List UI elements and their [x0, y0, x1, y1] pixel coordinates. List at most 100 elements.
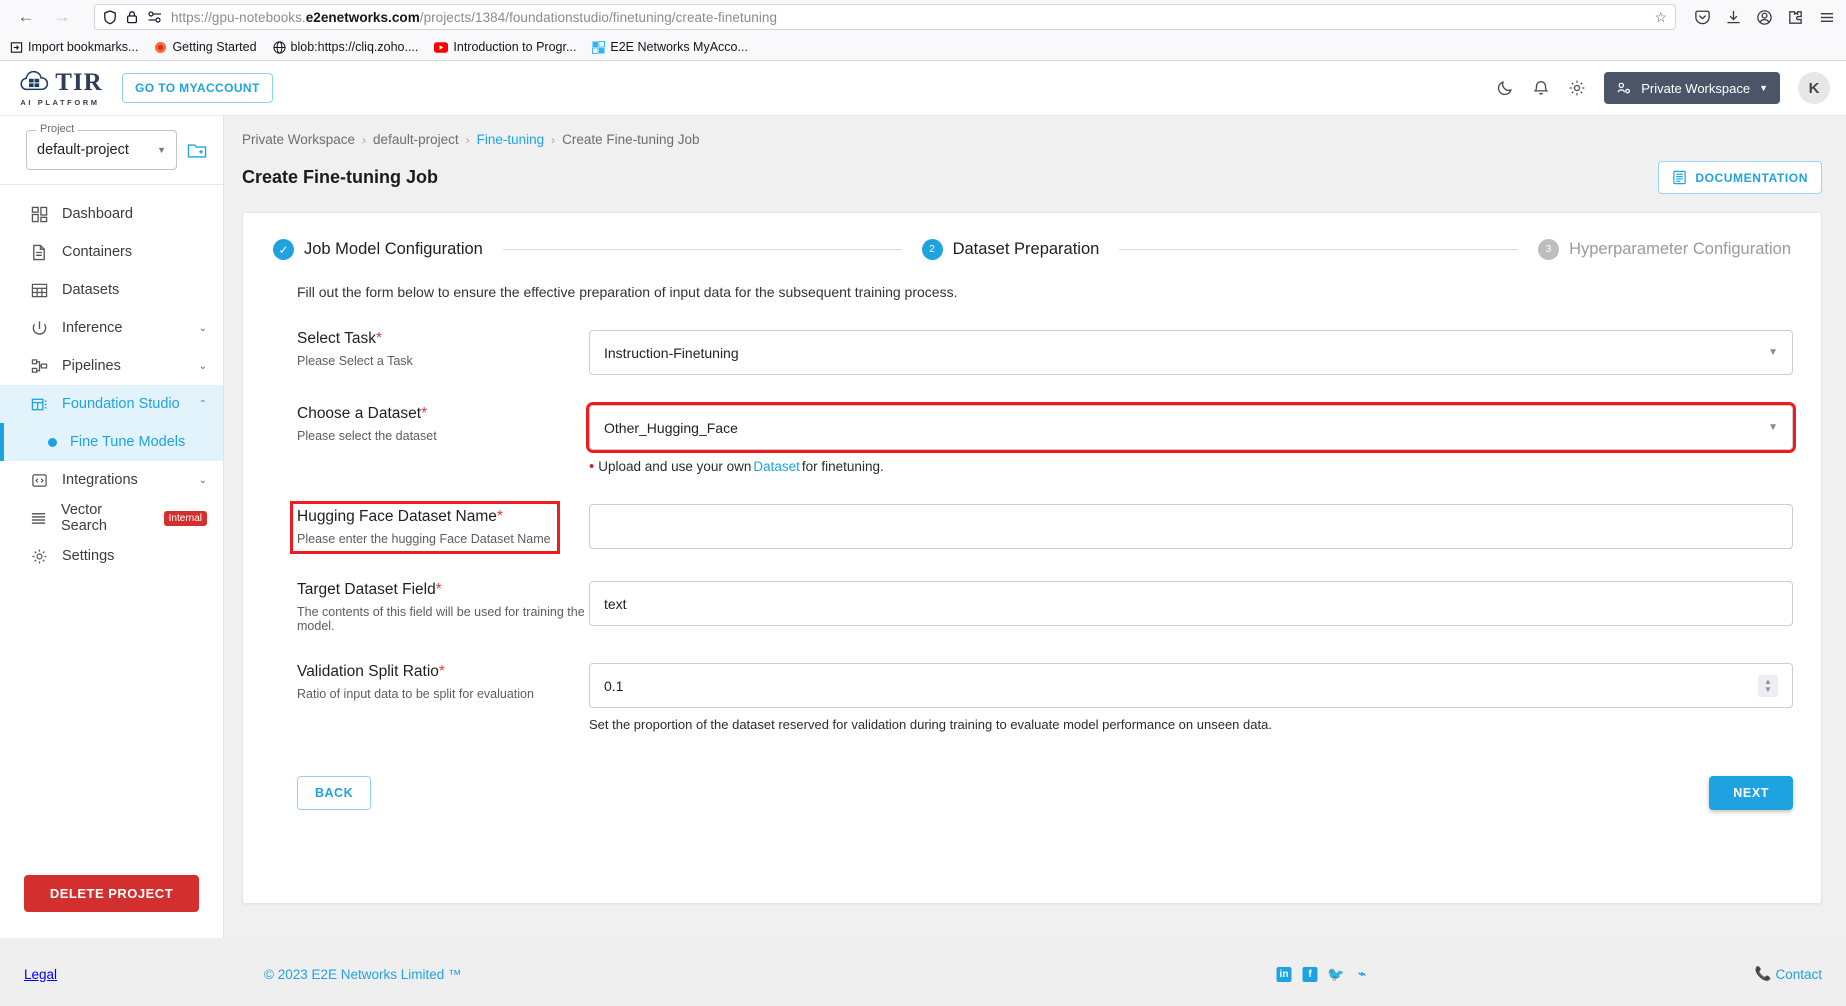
back-arrow-icon[interactable]: ←: [10, 2, 42, 32]
sidebar-item-label: Settings: [62, 548, 115, 564]
hugging-face-dataset-name-input[interactable]: [589, 504, 1793, 549]
sidebar-item-containers[interactable]: Containers: [0, 233, 223, 271]
documentation-button[interactable]: DOCUMENTATION: [1658, 161, 1822, 194]
required-asterisk: *: [435, 581, 442, 598]
tir-logo[interactable]: TIR AI PLATFORM: [14, 70, 106, 107]
firefox-icon: [155, 41, 167, 53]
field-label: Hugging Face Dataset Name*: [297, 508, 551, 526]
workspace-label: Private Workspace: [1641, 80, 1751, 96]
footer-copyright: © 2023 E2E Networks Limited ™: [264, 966, 462, 982]
notification-bell-icon[interactable]: [1532, 79, 1550, 97]
sidebar-item-integrations[interactable]: Integrations ⌄: [0, 461, 223, 499]
code-brackets-icon: [30, 472, 48, 489]
sidebar-item-foundation-studio[interactable]: Foundation Studio ⌃: [0, 385, 223, 423]
hint-text-post: for finetuning.: [801, 459, 884, 474]
logo-top: TIR: [17, 70, 102, 95]
sidebar-item-label: Foundation Studio: [62, 396, 180, 412]
bullet-dot-icon: [48, 437, 57, 447]
validation-split-ratio-input[interactable]: 0.1 ▲ ▼: [589, 663, 1793, 708]
sidebar-item-fine-tune-models[interactable]: Fine Tune Models: [0, 423, 223, 461]
url-left-icons: [103, 9, 163, 25]
facebook-icon[interactable]: f: [1302, 966, 1318, 982]
rss-icon[interactable]: ⌁: [1355, 966, 1370, 982]
sidebar-item-dashboard[interactable]: Dashboard: [0, 195, 223, 233]
browser-toolbar-icons: [1686, 9, 1836, 26]
bookmark-star-icon[interactable]: ☆: [1654, 9, 1667, 26]
sidebar-item-settings[interactable]: Settings: [0, 537, 223, 575]
step-dataset-preparation[interactable]: 2 Dataset Preparation: [921, 239, 1099, 260]
choose-dataset-value: Other_Hugging_Face: [604, 419, 738, 436]
step-circle-check-icon: ✓: [273, 239, 294, 260]
breadcrumb-item-fine-tuning[interactable]: Fine-tuning: [477, 132, 545, 147]
sidebar-item-pipelines[interactable]: Pipelines ⌄: [0, 347, 223, 385]
globe-icon: [272, 40, 286, 54]
logo-text: TIR: [55, 68, 103, 96]
dataset-link[interactable]: Dataset: [753, 459, 800, 474]
dashboard-icon: [30, 206, 48, 223]
stepper: ✓ Job Model Configuration 2 Dataset Prep…: [269, 235, 1795, 260]
forward-arrow-icon[interactable]: →: [46, 2, 78, 32]
sidebar-subitem-label: Fine Tune Models: [70, 434, 186, 450]
linkedin-icon[interactable]: in: [1276, 966, 1292, 982]
chevron-down-icon: ▼: [1759, 83, 1768, 93]
pocket-icon[interactable]: [1694, 9, 1711, 26]
bookmark-introduction-to-programming[interactable]: Introduction to Progr...: [434, 40, 576, 54]
target-dataset-field-value: text: [604, 595, 627, 612]
main-content: Private Workspace › default-project › Fi…: [224, 116, 1846, 938]
field-label-text: Select Task: [297, 330, 376, 347]
avatar[interactable]: K: [1798, 72, 1830, 104]
e2e-icon: [592, 40, 606, 54]
bookmark-getting-started[interactable]: Getting Started: [154, 40, 257, 54]
field-control-block: text: [589, 581, 1795, 633]
breadcrumb-item-private-workspace[interactable]: Private Workspace: [242, 132, 355, 147]
workspace-selector[interactable]: Private Workspace ▼: [1604, 72, 1780, 104]
footer-legal-link[interactable]: Legal: [24, 967, 264, 982]
target-dataset-field-input[interactable]: text: [589, 581, 1793, 626]
sidebar-item-label: Datasets: [62, 282, 120, 298]
project-selector-block: Project default-project ▼: [0, 116, 223, 184]
footer-contact-link[interactable]: 📞 Contact: [1755, 966, 1822, 982]
extensions-icon[interactable]: [1787, 9, 1804, 26]
new-project-folder-icon[interactable]: [187, 141, 207, 159]
back-button[interactable]: BACK: [297, 776, 372, 810]
number-stepper-icon[interactable]: ▲ ▼: [1758, 674, 1778, 697]
browser-chrome: ← → https://gpu-notebooks.e2enetworks.co…: [0, 0, 1846, 61]
body-split: Project default-project ▼ Dashboard Cont…: [0, 116, 1846, 938]
bookmark-e2e-networks-myaccount[interactable]: E2E Networks MyAcco...: [592, 40, 748, 54]
breadcrumb-item-default-project[interactable]: default-project: [373, 132, 459, 147]
account-icon[interactable]: [1756, 9, 1773, 26]
select-task-dropdown[interactable]: Instruction-Finetuning ▼: [589, 330, 1793, 375]
chevron-down-icon: ▼: [157, 145, 166, 155]
sidebar-item-datasets[interactable]: Datasets: [0, 271, 223, 309]
field-sublabel: Please select the dataset: [297, 429, 437, 443]
address-bar[interactable]: https://gpu-notebooks.e2enetworks.com/pr…: [94, 4, 1676, 30]
sidebar-nav-list: Dashboard Containers Datasets Inference: [0, 185, 223, 875]
bookmark-cliq-zoho[interactable]: blob:https://cliq.zoho....: [272, 40, 418, 54]
gear-icon[interactable]: [1568, 79, 1586, 97]
delete-project-wrap: DELETE PROJECT: [0, 875, 223, 938]
project-select[interactable]: Project default-project ▼: [26, 123, 177, 170]
footer-social-links: in f 🐦 ⌁: [1276, 966, 1370, 982]
sidebar-item-inference[interactable]: Inference ⌄: [0, 309, 223, 347]
choose-dataset-dropdown[interactable]: Other_Hugging_Face ▼: [586, 402, 1796, 453]
permissions-icon: [148, 11, 161, 23]
field-control-block: Other_Hugging_Face ▼ • Upload and use yo…: [586, 402, 1796, 474]
browser-url-row: ← → https://gpu-notebooks.e2enetworks.co…: [0, 0, 1846, 34]
field-label-block: Choose a Dataset* Please select the data…: [269, 405, 589, 474]
delete-project-button[interactable]: DELETE PROJECT: [24, 875, 199, 912]
step-hyperparameter-configuration[interactable]: 3 Hyperparameter Configuration: [1538, 239, 1791, 260]
gear-icon: [30, 548, 48, 565]
download-icon[interactable]: [1725, 9, 1742, 26]
phone-icon: 📞: [1754, 966, 1772, 981]
dark-mode-icon[interactable]: [1496, 79, 1514, 97]
next-button[interactable]: NEXT: [1709, 776, 1793, 810]
app-header: TIR AI PLATFORM GO TO MYACCOUNT Private …: [0, 61, 1846, 116]
go-to-myaccount-button[interactable]: GO TO MYACCOUNT: [122, 73, 273, 103]
step-job-model-configuration[interactable]: ✓ Job Model Configuration: [273, 239, 483, 260]
hint-text-pre: Upload and use your own: [598, 459, 752, 474]
bookmark-import-bookmarks[interactable]: Import bookmarks...: [10, 40, 138, 54]
twitter-icon[interactable]: 🐦: [1327, 966, 1344, 982]
field-label-block: Target Dataset Field* The contents of th…: [269, 581, 589, 633]
sidebar-item-vector-search[interactable]: Vector Search Internal: [0, 499, 223, 537]
menu-hamburger-icon[interactable]: [1818, 9, 1836, 26]
